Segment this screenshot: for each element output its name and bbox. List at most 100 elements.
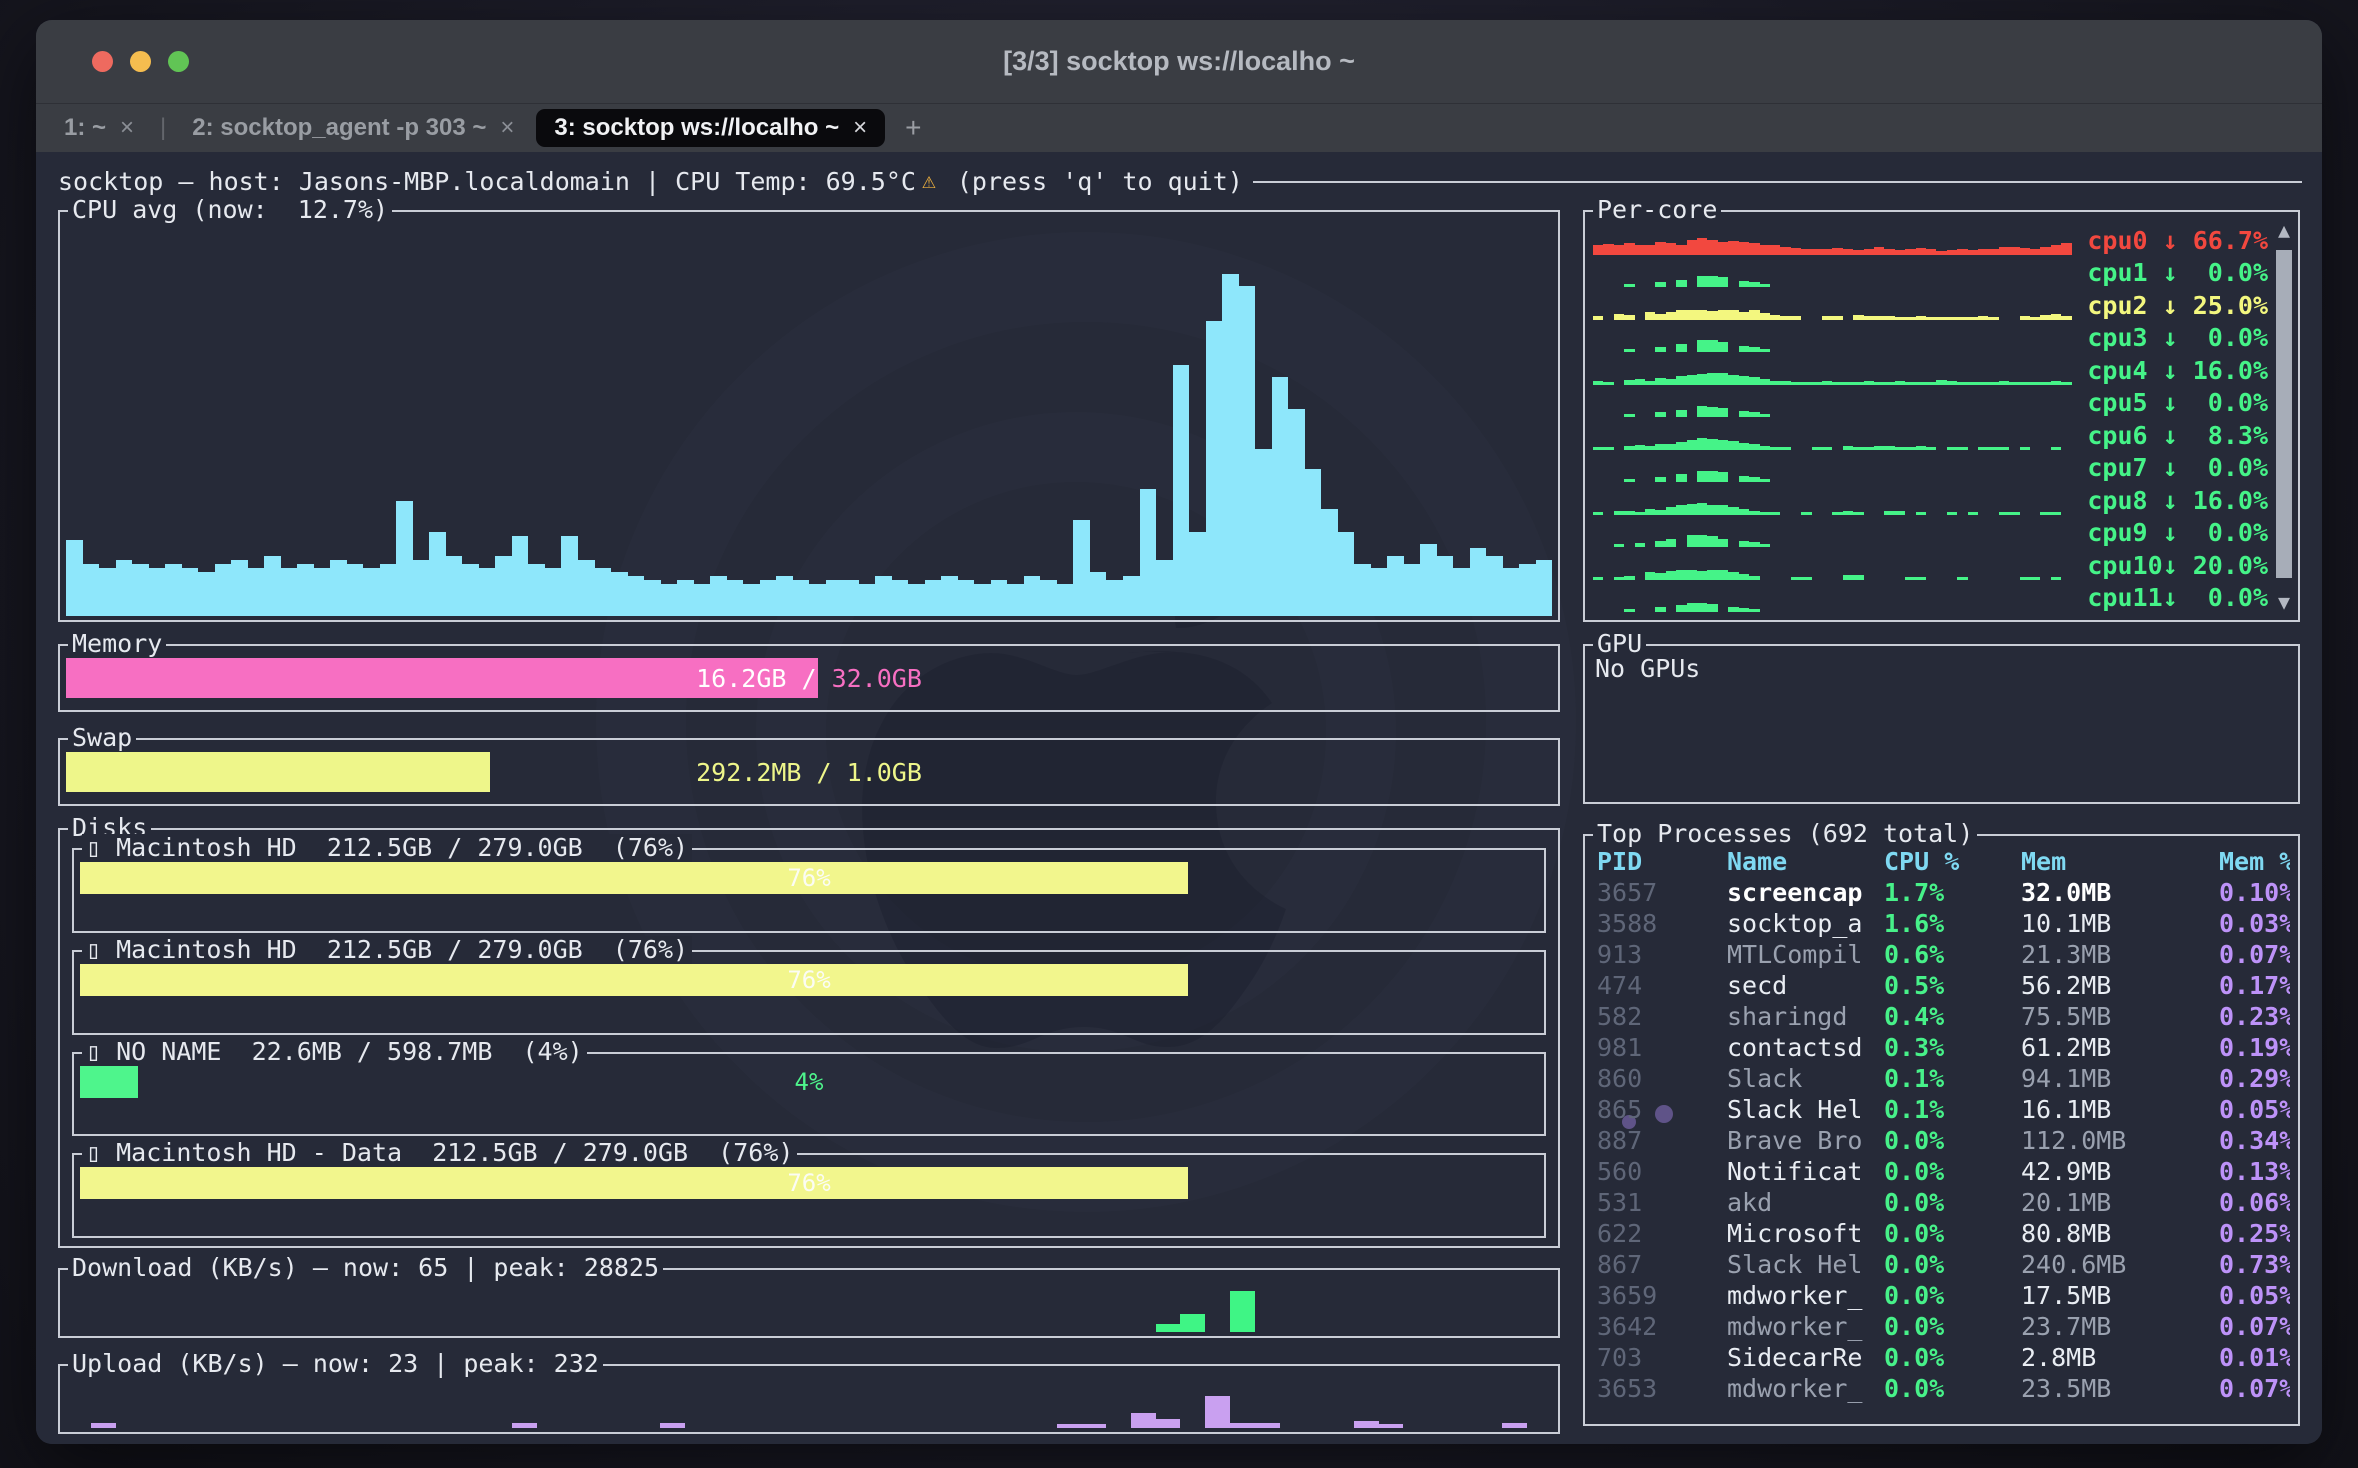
zoom-window-button[interactable]	[168, 51, 189, 72]
process-mem[interactable]: 112.0MB	[2021, 1126, 2219, 1155]
close-window-button[interactable]	[92, 51, 113, 72]
process-mem[interactable]: 17.5MB	[2021, 1281, 2219, 1310]
process-name[interactable]: Slack Hel	[1727, 1250, 1884, 1279]
process-mem[interactable]: 56.2MB	[2021, 971, 2219, 1000]
process-mem[interactable]: 61.2MB	[2021, 1033, 2219, 1062]
process-name[interactable]: screencap	[1727, 878, 1884, 907]
process-pid[interactable]: 3588	[1597, 909, 1727, 938]
process-cpu[interactable]: 0.6%	[1884, 940, 2021, 969]
process-mempct[interactable]: 0.07%	[2219, 940, 2290, 969]
process-mempct[interactable]: 0.07%	[2219, 1312, 2290, 1341]
process-name[interactable]: SidecarRe	[1727, 1343, 1884, 1372]
process-cpu[interactable]: 1.6%	[1884, 909, 2021, 938]
process-mem[interactable]: 21.3MB	[2021, 940, 2219, 969]
process-pid[interactable]: 622	[1597, 1219, 1727, 1248]
process-mempct[interactable]: 0.34%	[2219, 1126, 2290, 1155]
process-mem[interactable]: 42.9MB	[2021, 1157, 2219, 1186]
process-cpu[interactable]: 0.0%	[1884, 1126, 2021, 1155]
process-cpu[interactable]: 0.1%	[1884, 1064, 2021, 1093]
per-core-scrollbar[interactable]: ▲ ▼	[2274, 220, 2294, 612]
process-column-header[interactable]: Name	[1727, 847, 1884, 876]
process-mempct[interactable]: 0.19%	[2219, 1033, 2290, 1062]
process-mempct[interactable]: 0.01%	[2219, 1343, 2290, 1372]
process-pid[interactable]: 474	[1597, 971, 1727, 1000]
minimize-window-button[interactable]	[130, 51, 151, 72]
process-mem[interactable]: 32.0MB	[2021, 878, 2219, 907]
process-mempct[interactable]: 0.25%	[2219, 1219, 2290, 1248]
process-column-header[interactable]: Mem	[2021, 847, 2219, 876]
process-name[interactable]: mdworker_	[1727, 1281, 1884, 1310]
process-pid[interactable]: 913	[1597, 940, 1727, 969]
process-mem[interactable]: 75.5MB	[2021, 1002, 2219, 1031]
process-cpu[interactable]: 0.0%	[1884, 1281, 2021, 1310]
process-pid[interactable]: 3659	[1597, 1281, 1727, 1310]
process-pid[interactable]: 860	[1597, 1064, 1727, 1093]
process-pid[interactable]: 867	[1597, 1250, 1727, 1279]
process-column-header[interactable]: Mem %	[2219, 847, 2290, 876]
process-pid[interactable]: 531	[1597, 1188, 1727, 1217]
process-column-header[interactable]: PID	[1597, 847, 1727, 876]
tab-3-active[interactable]: 3: socktop ws://localho ~ ×	[536, 109, 885, 147]
process-mempct[interactable]: 0.29%	[2219, 1064, 2290, 1093]
process-cpu[interactable]: 0.5%	[1884, 971, 2021, 1000]
process-name[interactable]: akd	[1727, 1188, 1884, 1217]
process-cpu[interactable]: 0.0%	[1884, 1188, 2021, 1217]
process-name[interactable]: contactsd	[1727, 1033, 1884, 1062]
process-name[interactable]: socktop_a	[1727, 909, 1884, 938]
process-mem[interactable]: 23.5MB	[2021, 1374, 2219, 1403]
process-pid[interactable]: 582	[1597, 1002, 1727, 1031]
process-pid[interactable]: 560	[1597, 1157, 1727, 1186]
new-tab-button[interactable]: +	[889, 112, 937, 144]
process-pid[interactable]: 887	[1597, 1126, 1727, 1155]
process-name[interactable]: Slack	[1727, 1064, 1884, 1093]
process-mem[interactable]: 23.7MB	[2021, 1312, 2219, 1341]
process-mem[interactable]: 2.8MB	[2021, 1343, 2219, 1372]
process-pid[interactable]: 3642	[1597, 1312, 1727, 1341]
process-mempct[interactable]: 0.05%	[2219, 1095, 2290, 1124]
process-pid[interactable]: 3653	[1597, 1374, 1727, 1403]
tab-3-close-icon[interactable]: ×	[853, 114, 867, 142]
process-name[interactable]: sharingd	[1727, 1002, 1884, 1031]
process-pid[interactable]: 865	[1597, 1095, 1727, 1124]
process-name[interactable]: Slack Hel	[1727, 1095, 1884, 1124]
process-mempct[interactable]: 0.06%	[2219, 1188, 2290, 1217]
process-mempct[interactable]: 0.23%	[2219, 1002, 2290, 1031]
process-mem[interactable]: 10.1MB	[2021, 909, 2219, 938]
process-name[interactable]: mdworker_	[1727, 1374, 1884, 1403]
process-name[interactable]: mdworker_	[1727, 1312, 1884, 1341]
process-name[interactable]: MTLCompil	[1727, 940, 1884, 969]
process-cpu[interactable]: 0.1%	[1884, 1095, 2021, 1124]
tab-1[interactable]: 1: ~ ×	[46, 109, 152, 147]
scrollbar-thumb[interactable]	[2276, 250, 2292, 578]
process-mempct[interactable]: 0.03%	[2219, 909, 2290, 938]
process-column-header[interactable]: CPU %	[1884, 847, 2021, 876]
process-mempct[interactable]: 0.73%	[2219, 1250, 2290, 1279]
process-mempct[interactable]: 0.05%	[2219, 1281, 2290, 1310]
process-cpu[interactable]: 0.0%	[1884, 1157, 2021, 1186]
process-mem[interactable]: 16.1MB	[2021, 1095, 2219, 1124]
process-pid[interactable]: 981	[1597, 1033, 1727, 1062]
process-cpu[interactable]: 0.0%	[1884, 1219, 2021, 1248]
process-cpu[interactable]: 0.0%	[1884, 1343, 2021, 1372]
process-name[interactable]: secd	[1727, 971, 1884, 1000]
process-cpu[interactable]: 0.3%	[1884, 1033, 2021, 1062]
process-mempct[interactable]: 0.07%	[2219, 1374, 2290, 1403]
process-mem[interactable]: 94.1MB	[2021, 1064, 2219, 1093]
process-name[interactable]: Notificat	[1727, 1157, 1884, 1186]
process-cpu[interactable]: 1.7%	[1884, 878, 2021, 907]
process-mempct[interactable]: 0.10%	[2219, 878, 2290, 907]
tab-1-close-icon[interactable]: ×	[120, 114, 134, 142]
process-cpu[interactable]: 0.4%	[1884, 1002, 2021, 1031]
tab-2-close-icon[interactable]: ×	[500, 114, 514, 142]
scroll-up-icon[interactable]: ▲	[2274, 220, 2294, 240]
process-pid[interactable]: 703	[1597, 1343, 1727, 1372]
process-name[interactable]: Microsoft	[1727, 1219, 1884, 1248]
tab-2[interactable]: 2: socktop_agent -p 303 ~ ×	[174, 109, 532, 147]
process-mempct[interactable]: 0.13%	[2219, 1157, 2290, 1186]
scroll-down-icon[interactable]: ▼	[2274, 592, 2294, 612]
process-mem[interactable]: 240.6MB	[2021, 1250, 2219, 1279]
process-cpu[interactable]: 0.0%	[1884, 1312, 2021, 1341]
process-cpu[interactable]: 0.0%	[1884, 1250, 2021, 1279]
process-mem[interactable]: 20.1MB	[2021, 1188, 2219, 1217]
process-pid[interactable]: 3657	[1597, 878, 1727, 907]
